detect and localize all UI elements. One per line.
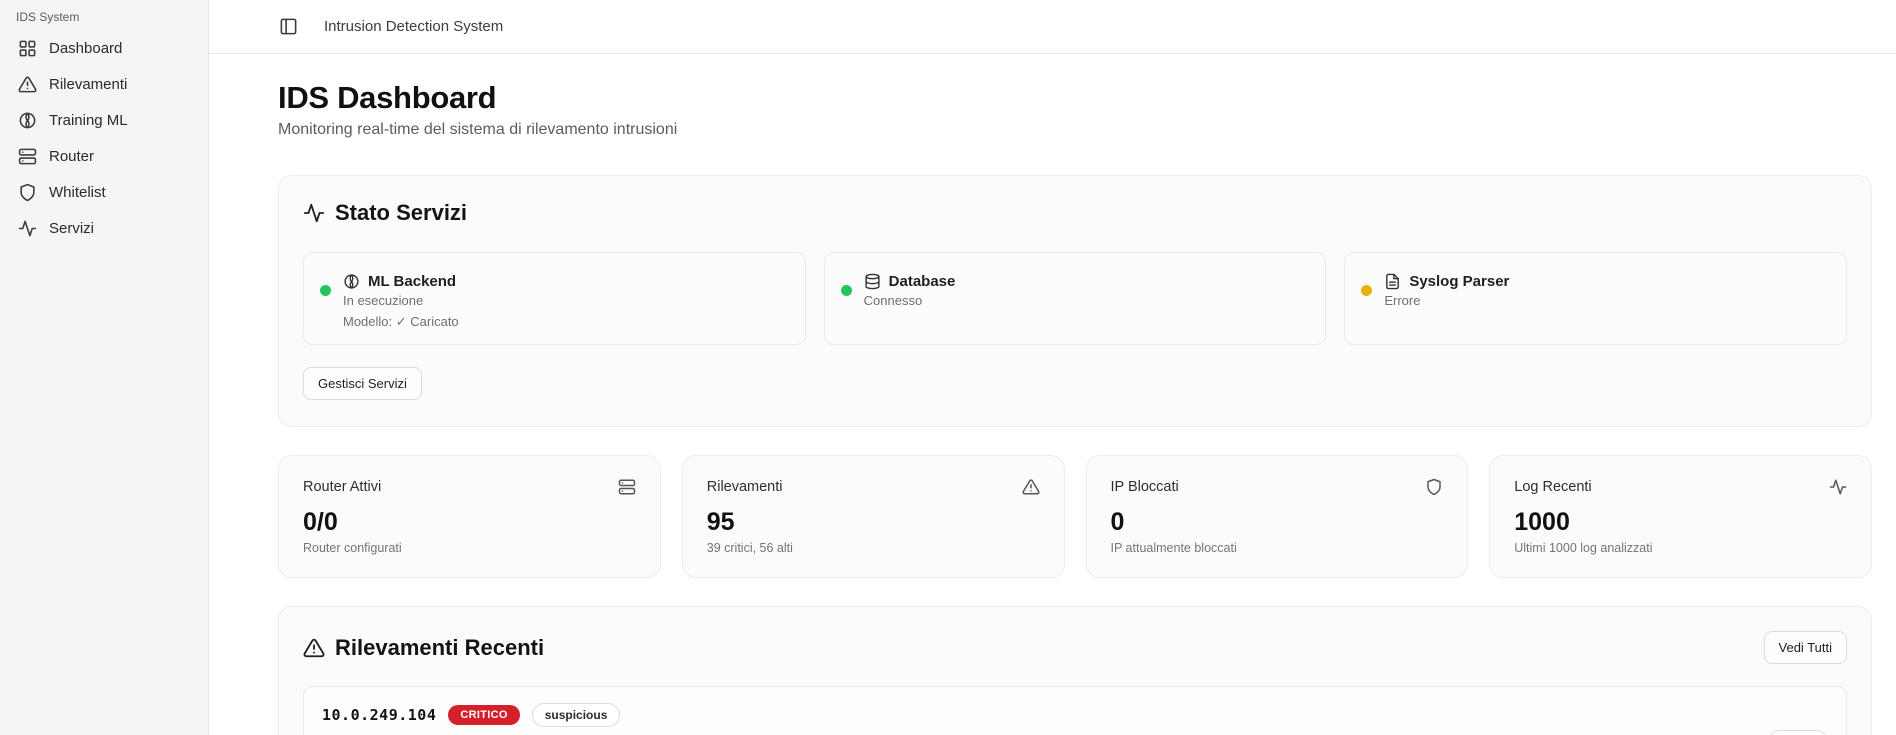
stat-sublabel: IP attualmente bloccati: [1111, 541, 1444, 555]
main-area: Intrusion Detection System IDS Dashboard…: [209, 0, 1896, 735]
service-status: Errore: [1384, 293, 1509, 308]
status-dot-yellow: [1361, 285, 1372, 296]
view-all-button[interactable]: Vedi Tutti: [1764, 631, 1847, 664]
detections-header: Rilevamenti Recenti Vedi Tutti: [303, 631, 1847, 664]
alert-triangle-icon: [303, 637, 325, 659]
stat-label: Log Recenti: [1514, 479, 1591, 495]
page-subtitle: Monitoring real-time del sistema di rile…: [278, 121, 1872, 139]
detection-row-main: 10.0.249.104 CRITICO suspicious Burst an…: [322, 703, 620, 735]
page-title: IDS Dashboard: [278, 80, 1872, 116]
service-status: In esecuzione: [343, 293, 459, 308]
sidebar-item-training-ml[interactable]: Training ML: [14, 102, 194, 138]
service-name: Syslog Parser: [1409, 273, 1509, 290]
sidebar-item-rilevamenti[interactable]: Rilevamenti: [14, 66, 194, 102]
service-detail: Modello: ✓ Caricato: [343, 314, 459, 330]
severity-badge: CRITICO: [448, 705, 519, 725]
sidebar-item-label: Training ML: [49, 112, 128, 129]
service-name-row: Syslog Parser: [1384, 273, 1509, 290]
stat-label: IP Bloccati: [1111, 479, 1179, 495]
brain-icon: [343, 273, 360, 290]
layout-grid-icon: [18, 39, 37, 58]
database-icon: [864, 273, 881, 290]
service-name: ML Backend: [368, 273, 456, 290]
service-status: Connesso: [864, 293, 956, 308]
alert-triangle-icon: [18, 75, 37, 94]
category-badge: suspicious: [532, 703, 621, 727]
sidebar-item-label: Router: [49, 148, 94, 165]
stat-value: 0: [1111, 508, 1444, 537]
server-icon: [18, 147, 37, 166]
top-header: Intrusion Detection System: [209, 0, 1896, 54]
sidebar-item-label: Whitelist: [49, 184, 106, 201]
stat-label: Router Attivi: [303, 479, 381, 495]
stat-sublabel: 39 critici, 56 alti: [707, 541, 1040, 555]
activity-icon: [1829, 478, 1847, 496]
services-status-card: Stato Servizi ML Backend In esecuzione M…: [278, 175, 1872, 427]
sidebar-toggle-button[interactable]: [279, 17, 298, 36]
activity-icon: [18, 219, 37, 238]
status-dot-green: [841, 285, 852, 296]
sidebar-item-servizi[interactable]: Servizi: [14, 210, 194, 246]
sidebar-group-label: IDS System: [14, 8, 194, 30]
sidebar-item-label: Rilevamenti: [49, 76, 127, 93]
detection-identity-row: 10.0.249.104 CRITICO suspicious: [322, 703, 620, 727]
detection-ip: 10.0.249.104: [322, 706, 436, 724]
services-grid: ML Backend In esecuzione Modello: ✓ Cari…: [303, 252, 1847, 345]
sidebar-item-dashboard[interactable]: Dashboard: [14, 30, 194, 66]
activity-icon: [303, 202, 325, 224]
shield-icon: [18, 183, 37, 202]
detections-title-text: Rilevamenti Recenti: [335, 635, 544, 661]
panel-left-icon: [279, 17, 298, 36]
recent-detections-card: Rilevamenti Recenti Vedi Tutti 10.0.249.…: [278, 606, 1872, 735]
brain-icon: [18, 111, 37, 130]
detections-section-title: Rilevamenti Recenti: [303, 635, 544, 661]
stat-card-rilevamenti: Rilevamenti 95 39 critici, 56 alti: [682, 455, 1065, 578]
service-card-database: Database Connesso: [824, 252, 1327, 345]
service-name-row: Database: [864, 273, 956, 290]
alert-triangle-icon: [1022, 478, 1040, 496]
stat-value: 1000: [1514, 508, 1847, 537]
stat-sublabel: Router configurati: [303, 541, 636, 555]
detection-state-badge: Attivo: [1768, 730, 1828, 735]
sidebar-item-label: Dashboard: [49, 40, 122, 57]
app-title: Intrusion Detection System: [324, 18, 503, 35]
stat-card-router-attivi: Router Attivi 0/0 Router configurati: [278, 455, 661, 578]
sidebar-item-label: Servizi: [49, 220, 94, 237]
app-root: IDS System Dashboard Rilevamenti Trainin…: [0, 0, 1896, 735]
stat-label: Rilevamenti: [707, 479, 783, 495]
service-name-row: ML Backend: [343, 273, 459, 290]
stats-row: Router Attivi 0/0 Router configurati Ril…: [278, 455, 1872, 578]
status-dot-green: [320, 285, 331, 296]
stat-card-log-recenti: Log Recenti 1000 Ultimi 1000 log analizz…: [1489, 455, 1872, 578]
sidebar-item-whitelist[interactable]: Whitelist: [14, 174, 194, 210]
services-section-title: Stato Servizi: [303, 200, 1847, 226]
service-name: Database: [889, 273, 956, 290]
stat-sublabel: Ultimi 1000 log analizzati: [1514, 541, 1847, 555]
shield-icon: [1425, 478, 1443, 496]
content-scroll-area[interactable]: IDS Dashboard Monitoring real-time del s…: [209, 54, 1896, 735]
server-icon: [618, 478, 636, 496]
sidebar: IDS System Dashboard Rilevamenti Trainin…: [0, 0, 209, 735]
stat-card-ip-bloccati: IP Bloccati 0 IP attualmente bloccati: [1086, 455, 1469, 578]
service-card-ml-backend: ML Backend In esecuzione Modello: ✓ Cari…: [303, 252, 806, 345]
service-card-syslog-parser: Syslog Parser Errore: [1344, 252, 1847, 345]
detection-row: 10.0.249.104 CRITICO suspicious Burst an…: [303, 686, 1847, 735]
services-title-text: Stato Servizi: [335, 200, 467, 226]
file-text-icon: [1384, 273, 1401, 290]
stat-value: 95: [707, 508, 1040, 537]
stat-value: 0/0: [303, 508, 636, 537]
manage-services-button[interactable]: Gestisci Servizi: [303, 367, 422, 400]
sidebar-item-router[interactable]: Router: [14, 138, 194, 174]
